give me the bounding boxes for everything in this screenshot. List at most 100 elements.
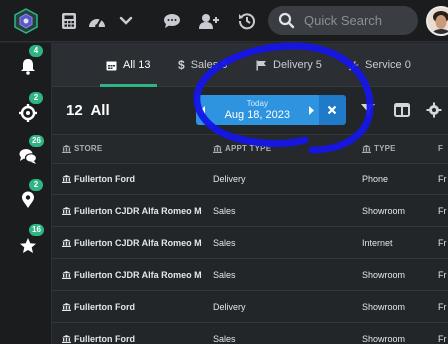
building-icon [213, 144, 222, 153]
locations-button[interactable]: 2 [16, 179, 43, 212]
chat-icon [19, 149, 37, 164]
close-icon [328, 105, 337, 115]
wrench-icon [349, 60, 359, 70]
appointment-count: 12 All [66, 102, 110, 119]
store-cell: Fullerton Ford [62, 302, 212, 312]
crosshair-icon [19, 104, 37, 122]
building-icon [62, 271, 71, 279]
date-value: Aug 18, 2023 [224, 108, 291, 121]
column-header-appt-type-label: APPT TYPE [225, 144, 272, 153]
store-name: Fullerton Ford [74, 174, 135, 184]
column-header-appt-type[interactable]: APPT TYPE [213, 144, 271, 153]
column-header-store-label: STORE [74, 144, 103, 153]
store-cell: Fullerton CJDR Alfa Romeo M [62, 238, 212, 248]
type-cell: Showroom [362, 334, 406, 344]
tab-service[interactable]: Service 0 [348, 43, 411, 87]
type-cell: Internet [362, 238, 393, 248]
date-display[interactable]: Today Aug 18, 2023 [210, 95, 304, 125]
targets-badge: 2 [29, 92, 43, 104]
appt-type-cell: Delivery [213, 302, 246, 312]
appointment-tabs: All 13 $ Sales 8 Delivery 5 Service 0 [52, 43, 448, 87]
table-row[interactable]: Fullerton Ford Delivery Phone Fr [52, 164, 448, 195]
settings-gear-icon[interactable] [426, 102, 442, 118]
appt-type-cell: Sales [213, 238, 236, 248]
search-input[interactable] [304, 11, 414, 30]
previous-day-button[interactable] [196, 95, 211, 125]
add-user-icon[interactable] [198, 10, 220, 32]
store-name: Fullerton CJDR Alfa Romeo M [74, 270, 202, 280]
store-name: Fullerton CJDR Alfa Romeo M [74, 238, 202, 248]
column-header-extra[interactable]: F [438, 144, 443, 153]
dollar-icon: $ [178, 58, 185, 72]
table-row[interactable]: Fullerton CJDR Alfa Romeo M Sales Showro… [52, 196, 448, 227]
extra-cell: Fr [438, 302, 447, 312]
dashboard-gauge-icon[interactable] [86, 10, 108, 32]
store-cell: Fullerton Ford [62, 334, 212, 344]
column-header-extra-label: F [438, 144, 444, 153]
caret-left-icon [200, 105, 206, 115]
extra-cell: Fr [438, 174, 447, 184]
building-icon [62, 303, 71, 311]
favorites-button[interactable]: 16 [16, 224, 44, 257]
chats-badge: 26 [29, 135, 44, 147]
appt-type-cell: Sales [213, 334, 236, 344]
top-bar [0, 0, 448, 42]
appt-type-cell: Sales [213, 206, 236, 216]
app-window: 4 2 26 2 16 All 13 $ Sales 8 D [0, 0, 448, 344]
next-day-button[interactable] [303, 95, 319, 125]
column-header-type[interactable]: TYPE [362, 144, 396, 153]
clear-date-button[interactable] [318, 95, 346, 125]
notifications-button[interactable]: 4 [16, 45, 43, 78]
date-picker[interactable]: Today Aug 18, 2023 [196, 95, 346, 125]
tab-delivery-label: Delivery 5 [273, 59, 322, 71]
store-cell: Fullerton CJDR Alfa Romeo M [62, 206, 212, 216]
tab-sales[interactable]: $ Sales 8 [178, 43, 227, 87]
chevron-down-icon[interactable] [115, 10, 137, 32]
appt-type-cell: Sales [213, 270, 236, 280]
extra-cell: Fr [438, 334, 447, 344]
app-logo[interactable] [12, 7, 40, 35]
column-header-store[interactable]: STORE [62, 144, 102, 153]
columns-icon[interactable] [394, 102, 410, 118]
building-icon [62, 239, 71, 247]
extra-cell: Fr [438, 238, 447, 248]
column-header-type-label: TYPE [374, 144, 396, 153]
type-cell: Showroom [362, 270, 406, 280]
extra-cell: Fr [438, 270, 447, 280]
caret-right-icon [309, 105, 315, 115]
building-icon [362, 144, 371, 153]
quick-search[interactable] [268, 6, 418, 35]
store-name: Fullerton Ford [74, 334, 135, 344]
locations-badge: 2 [29, 179, 43, 191]
tab-sales-label: Sales 8 [190, 59, 228, 71]
messages-icon[interactable] [161, 10, 183, 32]
store-cell: Fullerton CJDR Alfa Romeo M [62, 270, 212, 280]
flag-icon [256, 60, 266, 70]
table-row[interactable]: Fullerton Ford Delivery Showroom Fr [52, 292, 448, 323]
star-icon [20, 237, 36, 253]
chats-button[interactable]: 26 [16, 135, 44, 168]
notifications-badge: 4 [29, 45, 43, 57]
filter-icon[interactable] [360, 102, 376, 118]
store-name: Fullerton Ford [74, 302, 135, 312]
calculator-icon[interactable] [58, 10, 80, 32]
table-row[interactable]: Fullerton CJDR Alfa Romeo M Sales Showro… [52, 260, 448, 291]
building-icon [62, 175, 71, 183]
map-pin-icon [22, 191, 34, 208]
building-icon [62, 144, 71, 153]
table-row[interactable]: Fullerton Ford Sales Showroom Fr [52, 324, 448, 344]
search-icon [278, 12, 295, 29]
favorites-badge: 16 [29, 224, 44, 236]
history-icon[interactable] [236, 10, 258, 32]
type-cell: Showroom [362, 302, 406, 312]
type-cell: Showroom [362, 206, 406, 216]
calendar-icon [106, 61, 117, 70]
table-header: STORE APPT TYPE TYPE F [52, 134, 448, 164]
tab-service-label: Service 0 [365, 59, 411, 71]
tab-all[interactable]: All 13 [100, 43, 157, 87]
tab-delivery[interactable]: Delivery 5 [256, 43, 322, 87]
user-avatar[interactable] [426, 6, 448, 36]
building-icon [62, 207, 71, 215]
table-row[interactable]: Fullerton CJDR Alfa Romeo M Sales Intern… [52, 228, 448, 259]
targets-button[interactable]: 2 [16, 92, 43, 125]
